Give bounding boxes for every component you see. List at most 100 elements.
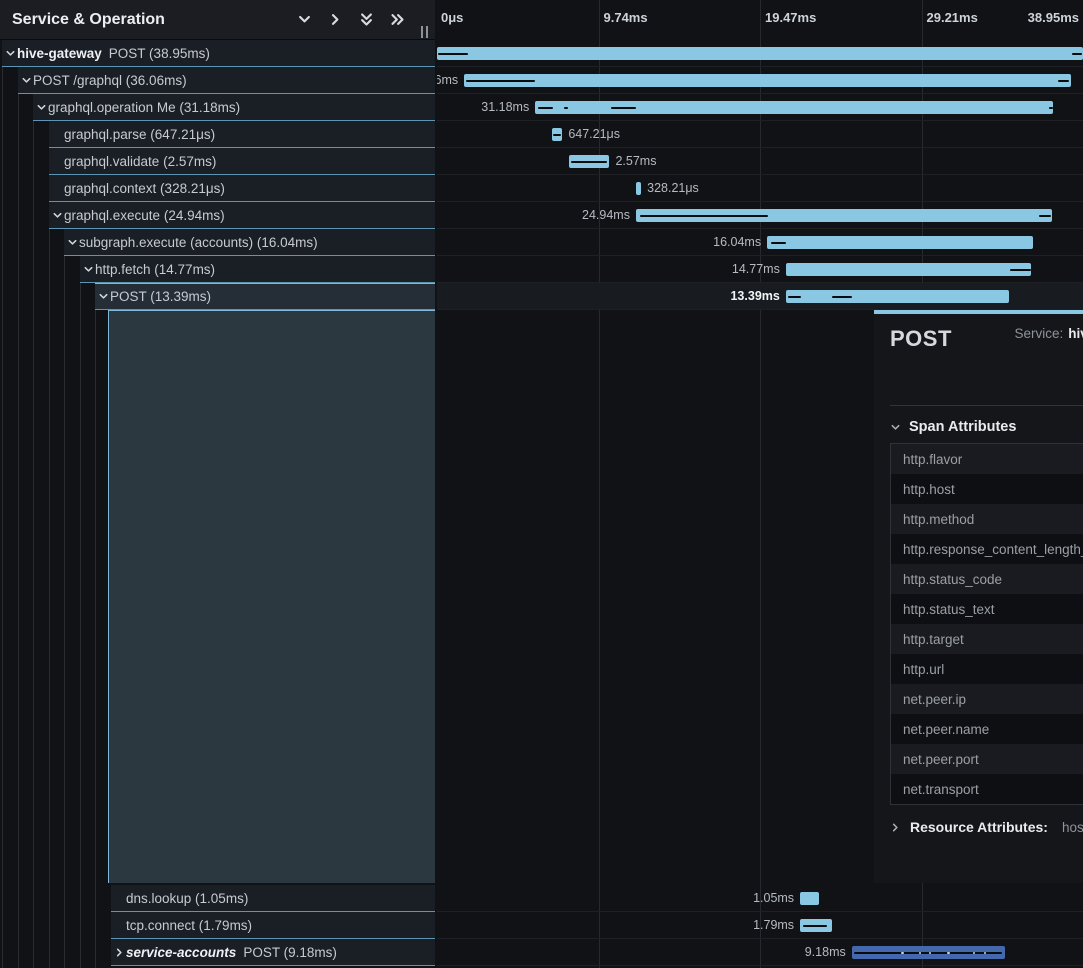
span-time-label: 1.05ms [753,885,794,912]
span-meta-row: Service:hive-gatewayDuration:13.39msStar… [1014,326,1083,341]
span-bar-row[interactable]: 13.39ms [437,283,1083,310]
chevron-down-icon[interactable] [51,210,64,221]
timeline-axis: 0μs9.74ms19.47ms29.21ms38.95ms [437,0,1083,40]
chevron-right-icon[interactable] [113,947,126,958]
span-bar-row[interactable]: 647.21μs [437,121,1083,148]
span-bar-row[interactable]: 24.94ms [437,202,1083,229]
attribute-row: http.url"http://localhost:4011/" [891,654,1083,684]
span-operation-label: graphql.operation Me (31.18ms) [48,100,240,115]
service-operation-header: Service & Operation [0,0,435,40]
span-bar-row[interactable]: 328.21μs [437,175,1083,202]
span-bar-row[interactable]: 1.79ms [437,912,1083,939]
chevron-down-icon[interactable] [35,102,48,113]
span-time-label: 36.06ms [437,67,458,94]
chevron-down-icon[interactable] [296,12,312,28]
attribute-key: http.method [903,512,1083,527]
span-bar-row[interactable]: 14.77ms [437,256,1083,283]
span-duration-bar[interactable] [767,236,1033,249]
child-span-mark [1039,215,1051,217]
span-operation-label: POST (13.39ms) [110,289,211,304]
attribute-row: http.status_code200 [891,564,1083,594]
child-span-mark [611,107,636,109]
span-row[interactable]: POST /graphql (36.06ms) [0,67,435,94]
span-row[interactable]: hive-gatewayPOST (38.95ms) [0,40,435,67]
span-duration-bar[interactable] [786,263,1031,276]
span-bar-row[interactable]: 1.05ms [437,885,1083,912]
attribute-key: net.peer.name [903,722,1083,737]
span-bar-row[interactable]: 16.04ms [437,229,1083,256]
attribute-key: http.response_content_length_uncompresse… [903,542,1083,557]
span-row[interactable]: graphql.execute (24.94ms) [0,202,435,229]
span-row[interactable]: service-accountsPOST (9.18ms) [0,939,435,966]
span-duration-bar[interactable] [437,47,1083,60]
span-row[interactable]: dns.lookup (1.05ms) [0,885,435,912]
span-operation-label: graphql.parse (647.21μs) [64,127,215,142]
span-attributes-toggle[interactable]: Span Attributes [890,419,1083,435]
column-resize-handle[interactable] [421,26,431,39]
timeline-column: 0μs9.74ms19.47ms29.21ms38.95ms 38.95ms36… [437,0,1083,968]
child-span-mark [929,952,931,954]
child-span-mark [1049,107,1052,109]
child-span-mark [788,296,801,298]
span-bar-row[interactable]: 9.18ms [437,939,1083,966]
child-span-mark [438,53,468,55]
resource-attributes-toggle[interactable]: Resource Attributes: host.arch=arm64host… [890,819,1083,835]
child-span-mark [832,296,852,298]
span-time-label: 647.21μs [568,121,620,148]
attribute-key: net.peer.ip [903,692,1083,707]
span-attributes-table: http.flavor"1.1" http.host"localhost:401… [890,443,1083,805]
span-operation-label: http.fetch (14.77ms) [95,262,215,277]
span-row[interactable]: subgraph.execute (accounts) (16.04ms) [0,229,435,256]
span-operation-label: tcp.connect (1.79ms) [126,918,252,933]
attribute-row: http.method"POST" [891,504,1083,534]
attribute-row: http.host"localhost:4011" [891,474,1083,504]
chevron-right-icon[interactable] [327,12,343,28]
span-duration-bar[interactable] [464,74,1071,87]
span-duration-bar[interactable] [800,892,819,905]
span-row[interactable]: graphql.operation Me (31.18ms) [0,94,435,121]
chevron-down-icon[interactable] [66,237,79,248]
span-time-label: 24.94ms [582,202,630,229]
span-operation-label: subgraph.execute (accounts) (16.04ms) [79,235,318,250]
child-span-mark [553,134,561,136]
span-bar-row[interactable]: 36.06ms [437,67,1083,94]
attribute-key: http.target [903,632,1083,647]
axis-tick-label: 9.74ms [604,10,648,25]
chevron-down-icon[interactable] [82,264,95,275]
chevron-down-icon[interactable] [97,291,110,302]
chevron-down-icon[interactable] [20,75,33,86]
attribute-row: net.transport"ip_tcp" [891,774,1083,804]
span-row[interactable]: graphql.validate (2.57ms) [0,148,435,175]
resource-attributes-title: Resource Attributes: [910,819,1048,835]
child-span-mark [901,952,904,954]
span-row[interactable]: graphql.parse (647.21μs) [0,121,435,148]
column-title: Service & Operation [12,11,165,29]
span-time-label: 9.18ms [805,939,846,966]
span-duration-bar[interactable] [786,290,1009,303]
span-duration-bar[interactable] [636,182,641,195]
span-row[interactable]: POST (13.39ms) [0,283,435,310]
span-row[interactable]: http.fetch (14.77ms) [0,256,435,283]
child-span-mark [466,80,535,82]
double-chevron-down-icon[interactable] [358,12,374,28]
span-bar-row[interactable]: 38.95ms [437,40,1083,67]
span-bar-row[interactable]: 2.57ms [437,148,1083,175]
child-span-mark [1072,53,1082,55]
span-operation-label: graphql.execute (24.94ms) [64,208,225,223]
span-time-label: 328.21μs [647,175,699,202]
child-span-mark [1010,269,1031,271]
axis-tick-label: 0μs [441,10,463,25]
span-row[interactable]: graphql.context (328.21μs) [0,175,435,202]
span-row[interactable]: tcp.connect (1.79ms) [0,912,435,939]
span-time-label: 31.18ms [481,94,529,121]
attribute-key: http.status_text [903,602,1083,617]
span-bar-row[interactable]: 31.18ms [437,94,1083,121]
span-time-label: 13.39ms [730,283,779,310]
attribute-row: net.peer.ip"::1" [891,684,1083,714]
double-chevron-right-icon[interactable] [389,12,405,28]
span-title: POST [890,326,952,352]
span-operation-label: graphql.validate (2.57ms) [64,154,216,169]
attribute-key: net.transport [903,782,1083,797]
chevron-down-icon[interactable] [4,48,17,59]
attribute-row: http.response_content_length_uncompresse… [891,534,1083,564]
